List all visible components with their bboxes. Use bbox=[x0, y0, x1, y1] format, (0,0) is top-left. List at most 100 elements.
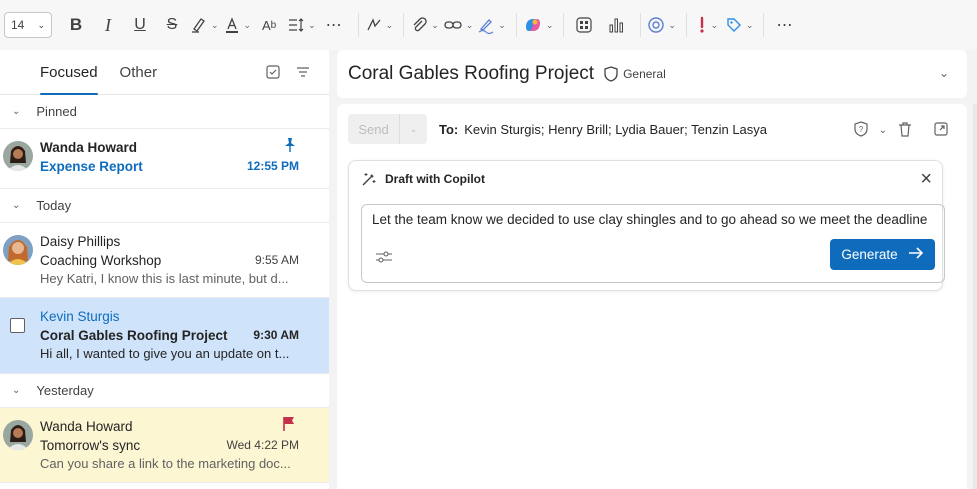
generate-label: Generate bbox=[841, 247, 898, 262]
message-sender: Wanda Howard bbox=[40, 419, 133, 434]
message-sender: Daisy Phillips bbox=[40, 234, 121, 249]
send-options-chevron-icon[interactable]: ⌄ bbox=[400, 114, 427, 144]
select-mode-icon[interactable] bbox=[265, 64, 281, 83]
strikethrough-button[interactable]: S bbox=[158, 10, 186, 40]
toolbar-divider bbox=[763, 13, 765, 37]
message-subject: Expense Report bbox=[40, 159, 143, 174]
toolbar-divider bbox=[515, 13, 517, 37]
avatar bbox=[3, 420, 33, 450]
message-preview: Hi all, I wanted to give you an update o… bbox=[40, 346, 290, 361]
font-size-value: 14 bbox=[11, 18, 25, 32]
pin-icon[interactable] bbox=[283, 137, 297, 156]
sensitivity-button[interactable]: ⌄ bbox=[725, 10, 754, 40]
apps-button[interactable] bbox=[570, 10, 598, 40]
highlighter-icon bbox=[192, 18, 205, 33]
format-toolbar: 14 ⌄ B I U S ⌄ ⌄ Ab ⌄ ⋯ ⌄ ⌄ ⌄ ⌄ ⌄ ⌄ ⌄ ⌄ … bbox=[0, 0, 977, 50]
apps-grid-icon bbox=[576, 17, 592, 33]
message-subject: Coaching Workshop bbox=[40, 253, 162, 268]
italic-button[interactable]: I bbox=[94, 10, 122, 40]
message-time: 9:55 AM bbox=[254, 253, 299, 267]
chevron-down-icon: ⌄ bbox=[745, 19, 754, 30]
chevron-down-icon: ⌄ bbox=[211, 19, 219, 30]
close-icon[interactable]: × bbox=[920, 169, 932, 189]
group-header-today[interactable]: ⌄ Today bbox=[0, 189, 329, 223]
underline-button[interactable]: U bbox=[126, 10, 154, 40]
line-spacing-icon bbox=[289, 18, 304, 32]
more-format-button[interactable]: ⋯ bbox=[320, 10, 348, 40]
chevron-down-icon: ⌄ bbox=[12, 200, 21, 211]
more-options-button[interactable]: ⋯ bbox=[770, 10, 798, 40]
exclamation-icon bbox=[700, 16, 704, 33]
avatar bbox=[3, 235, 33, 265]
editor-button[interactable]: ⌄ bbox=[365, 10, 394, 40]
shield-icon bbox=[604, 66, 618, 82]
line-spacing-button[interactable]: ⌄ bbox=[287, 10, 316, 40]
insights-button[interactable] bbox=[602, 10, 630, 40]
sensitivity-shield-icon[interactable]: ? bbox=[853, 121, 869, 140]
message-item-selected[interactable]: Kevin Sturgis Coral Gables Roofing Proje… bbox=[0, 298, 329, 374]
pop-out-icon[interactable] bbox=[933, 121, 949, 140]
copilot-prompt-input[interactable]: Let the team know we decided to use clay… bbox=[361, 204, 945, 283]
message-item[interactable]: Wanda Howard Tomorrow's sync Wed 4:22 PM… bbox=[0, 408, 329, 483]
chevron-down-icon[interactable]: ⌄ bbox=[879, 125, 887, 136]
group-label: Today bbox=[36, 198, 72, 213]
toolbar-divider bbox=[685, 13, 687, 37]
tab-other[interactable]: Other bbox=[120, 50, 158, 95]
conversation-header: Coral Gables Roofing Project General ⌄ bbox=[337, 50, 967, 98]
reading-pane: Coral Gables Roofing Project General ⌄ S… bbox=[337, 50, 967, 489]
tab-focused[interactable]: Focused bbox=[40, 50, 98, 95]
to-label[interactable]: To: bbox=[439, 122, 458, 137]
chevron-down-icon: ⌄ bbox=[498, 19, 506, 30]
copilot-icon bbox=[525, 19, 540, 31]
copilot-title: Draft with Copilot bbox=[385, 172, 485, 186]
bold-button[interactable]: B bbox=[62, 10, 90, 40]
chevron-down-icon[interactable]: ⌄ bbox=[939, 66, 949, 80]
group-header-yesterday[interactable]: ⌄ Yesterday bbox=[0, 374, 329, 408]
message-sender: Kevin Sturgis bbox=[40, 309, 120, 324]
font-size-select[interactable]: 14 ⌄ bbox=[4, 12, 52, 38]
tag-icon bbox=[727, 18, 741, 32]
importance-button[interactable]: ⌄ bbox=[693, 10, 721, 40]
message-time: Wed 4:22 PM bbox=[226, 438, 299, 452]
chevron-down-icon: ⌄ bbox=[668, 19, 676, 30]
toolbar-divider bbox=[357, 13, 359, 37]
scrollbar[interactable] bbox=[973, 104, 977, 489]
group-label: Pinned bbox=[36, 104, 77, 119]
message-list-pane: Focused Other ⌄ Pinned Wanda Howard Expe… bbox=[0, 50, 329, 489]
magic-wand-icon bbox=[361, 171, 377, 187]
message-item[interactable]: Daisy Phillips Coaching Workshop 9:55 AM… bbox=[0, 223, 329, 298]
loop-icon bbox=[648, 17, 665, 33]
group-label: Yesterday bbox=[36, 383, 94, 398]
styles-button[interactable]: Ab bbox=[255, 10, 283, 40]
link-button[interactable]: ⌄ bbox=[443, 10, 474, 40]
message-checkbox[interactable] bbox=[10, 318, 25, 333]
chevron-down-icon: ⌄ bbox=[385, 19, 394, 30]
svg-text:?: ? bbox=[858, 125, 863, 134]
message-item[interactable]: Wanda Howard Expense Report 12:55 PM bbox=[0, 129, 329, 189]
adjust-tone-icon[interactable] bbox=[375, 249, 393, 268]
attach-button[interactable]: ⌄ bbox=[410, 10, 439, 40]
chevron-down-icon: ⌄ bbox=[465, 19, 474, 30]
send-button[interactable]: Send bbox=[348, 114, 400, 144]
font-color-button[interactable]: ⌄ bbox=[223, 10, 251, 40]
loop-button[interactable]: ⌄ bbox=[647, 10, 676, 40]
generate-button[interactable]: Generate bbox=[830, 239, 935, 270]
copilot-button[interactable]: ⌄ bbox=[523, 10, 554, 40]
message-subject: Tomorrow's sync bbox=[40, 438, 141, 453]
chevron-down-icon: ⌄ bbox=[545, 19, 554, 30]
paperclip-icon bbox=[413, 17, 427, 32]
to-recipients-field[interactable]: Kevin Sturgis; Henry Brill; Lydia Bauer;… bbox=[464, 122, 767, 137]
discard-trash-icon[interactable] bbox=[897, 121, 913, 140]
chevron-down-icon: ⌄ bbox=[12, 385, 21, 396]
inbox-tabs: Focused Other bbox=[0, 50, 329, 95]
message-sender: Wanda Howard bbox=[40, 140, 138, 155]
signature-button[interactable]: ⌄ bbox=[477, 10, 506, 40]
message-preview: Can you share a link to the marketing do… bbox=[40, 456, 291, 471]
conversation-subject: Coral Gables Roofing Project bbox=[348, 63, 595, 84]
filter-icon[interactable] bbox=[295, 64, 311, 83]
editor-pen-icon bbox=[367, 18, 381, 31]
highlight-button[interactable]: ⌄ bbox=[190, 10, 219, 40]
flag-icon[interactable] bbox=[282, 416, 296, 435]
copilot-prompt-text[interactable]: Let the team know we decided to use clay… bbox=[372, 212, 927, 227]
group-header-pinned[interactable]: ⌄ Pinned bbox=[0, 95, 329, 129]
